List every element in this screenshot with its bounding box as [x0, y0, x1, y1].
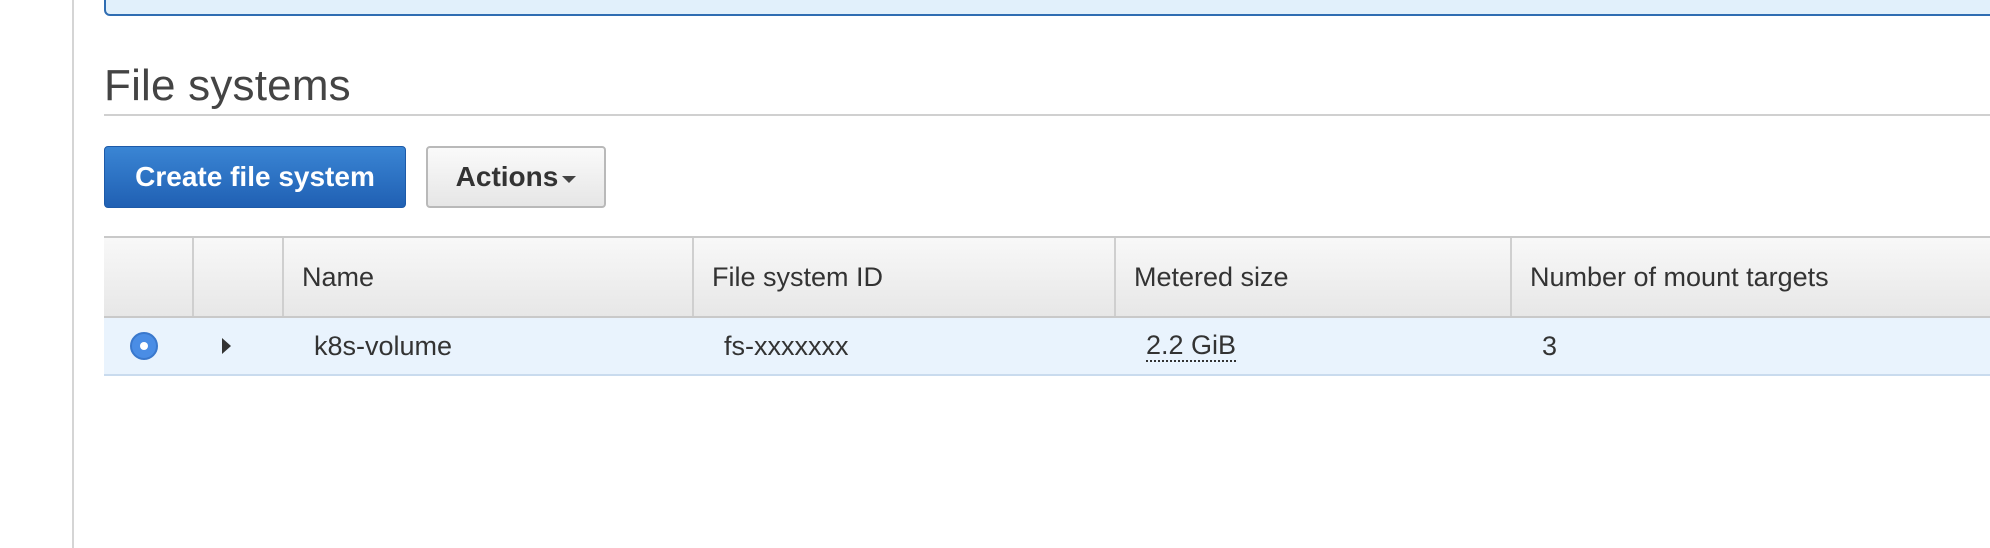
- header-select-column: [104, 238, 194, 316]
- info-banner: [104, 0, 1990, 16]
- sidebar-divider: [72, 0, 74, 548]
- header-mount-targets-label: Number of mount targets: [1530, 261, 1829, 292]
- header-metered-size[interactable]: Metered size: [1114, 238, 1510, 316]
- row-file-system-id: fs-xxxxxxx: [724, 330, 849, 361]
- row-name-cell: k8s-volume: [314, 318, 704, 374]
- table-header: Name File system ID Metered size Number …: [104, 236, 1990, 318]
- row-mount-targets-cell: 3: [1542, 318, 1942, 374]
- table-row[interactable]: k8s-volume fs-xxxxxxx 2.2 GiB 3: [104, 318, 1990, 376]
- create-file-system-label: Create file system: [135, 161, 375, 192]
- row-select-cell: [130, 318, 170, 374]
- header-metered-size-label: Metered size: [1134, 261, 1289, 292]
- row-metered-size[interactable]: 2.2 GiB: [1146, 330, 1237, 362]
- actions-label: Actions: [455, 161, 559, 192]
- caret-down-icon: [562, 175, 577, 183]
- header-file-system-id-label: File system ID: [712, 261, 884, 292]
- page-title: File systems: [104, 61, 351, 110]
- header-name[interactable]: Name: [282, 238, 692, 316]
- row-metered-size-cell: 2.2 GiB: [1146, 318, 1526, 374]
- row-mount-targets: 3: [1542, 330, 1558, 361]
- title-divider: [104, 114, 1990, 116]
- radio-dot: [140, 342, 148, 350]
- header-name-label: Name: [302, 261, 375, 292]
- row-expand-cell: [222, 318, 262, 374]
- file-systems-table: Name File system ID Metered size Number …: [104, 236, 1990, 376]
- header-mount-targets[interactable]: Number of mount targets: [1510, 238, 1990, 316]
- header-expand-column: [192, 238, 282, 316]
- row-file-system-id-cell: fs-xxxxxxx: [724, 318, 1124, 374]
- caret-right-icon[interactable]: [222, 338, 231, 354]
- create-file-system-button[interactable]: Create file system: [104, 146, 406, 208]
- header-file-system-id[interactable]: File system ID: [692, 238, 1114, 316]
- radio-selected-icon[interactable]: [130, 332, 158, 360]
- row-name: k8s-volume: [314, 330, 453, 361]
- actions-dropdown-button[interactable]: Actions: [426, 146, 606, 208]
